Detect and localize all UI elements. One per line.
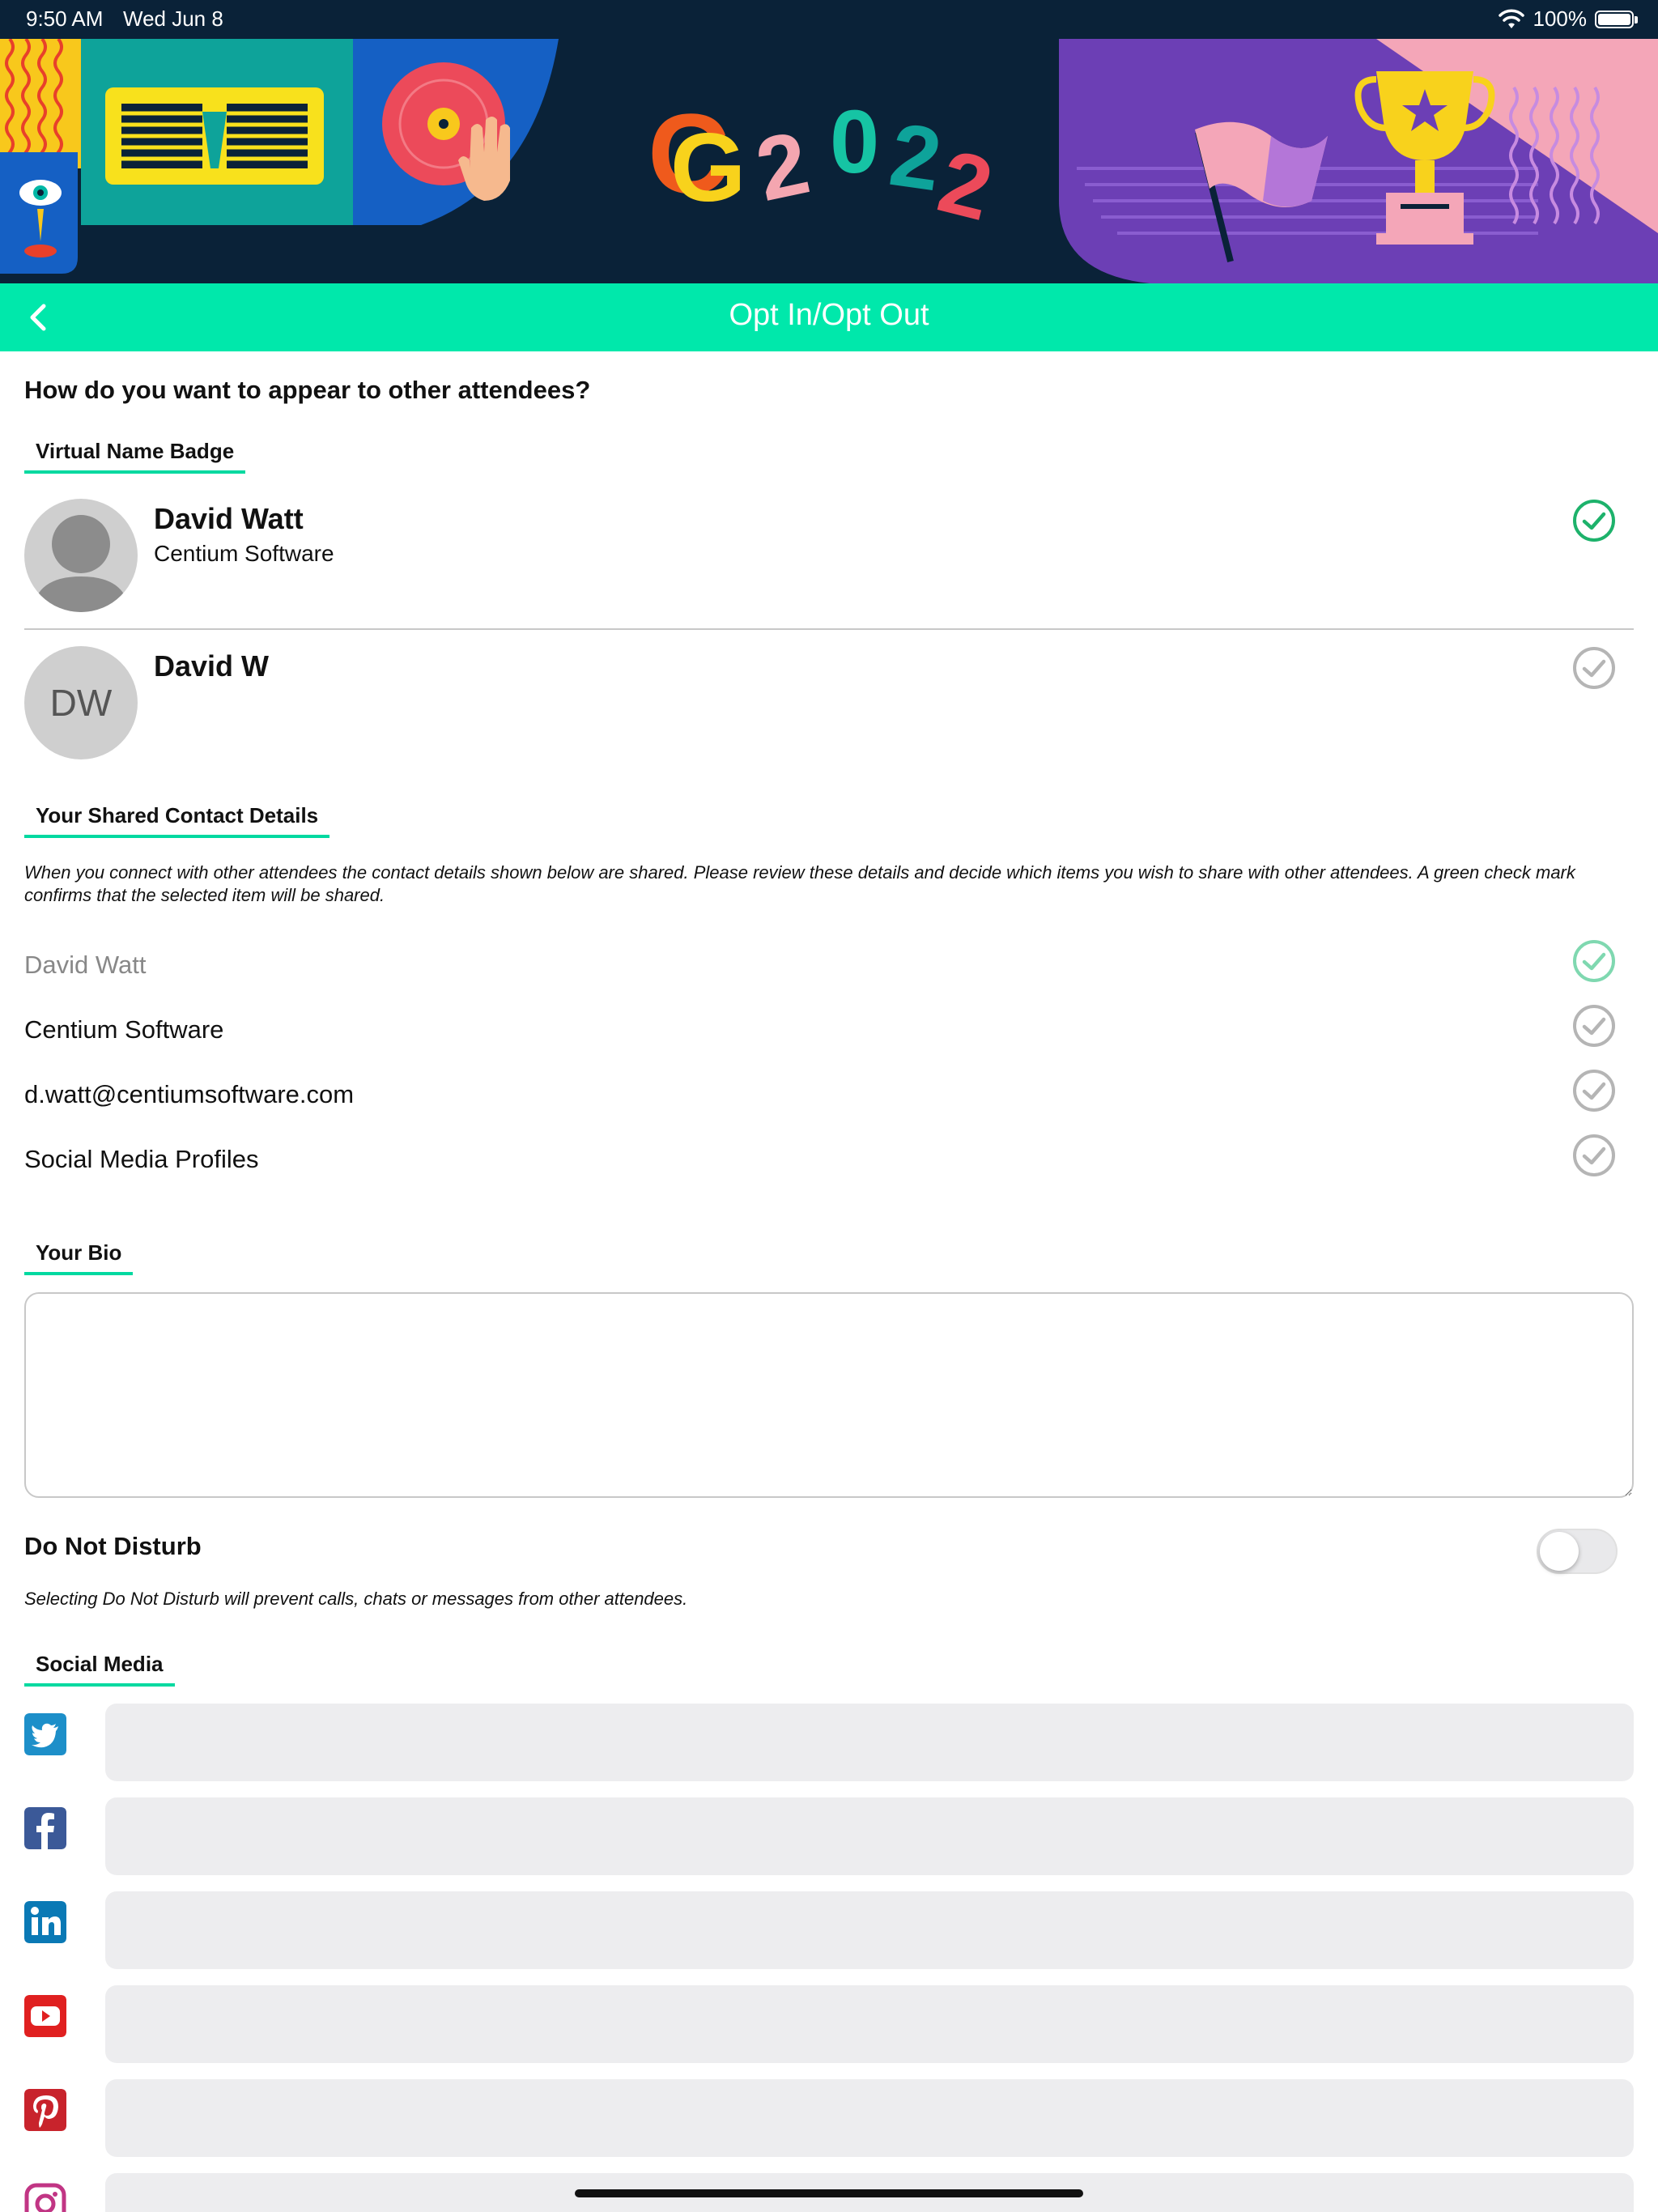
contact-item-company: Centium Software [24, 1015, 224, 1044]
home-indicator[interactable] [575, 2189, 1083, 2197]
event-banner: C G 2 0 2 2 [0, 39, 1658, 283]
badge-option-full-name[interactable]: David Watt Centium Software [24, 499, 1634, 612]
shared-contact-description: When you connect with other attendees th… [24, 862, 1575, 905]
badge-option-initials[interactable]: DW David W [24, 646, 1634, 759]
appearance-question: How do you want to appear to other atten… [24, 376, 591, 404]
check-circle-icon[interactable] [1572, 1004, 1616, 1048]
svg-text:0: 0 [830, 92, 879, 192]
banner-logo-letter: G [670, 113, 746, 222]
banner-art: C G 2 0 2 2 [0, 39, 1658, 283]
check-circle-icon[interactable] [1572, 1134, 1616, 1177]
contact-item-email: d.watt@centiumsoftware.com [24, 1080, 355, 1108]
battery-percent: 100% [1533, 6, 1588, 31]
status-time: 9:50 AM [26, 6, 104, 31]
check-circle-icon[interactable] [1572, 499, 1616, 542]
nav-bar: Opt In/Opt Out [0, 283, 1658, 351]
linkedin-input[interactable] [105, 1891, 1634, 1969]
bio-textarea[interactable] [24, 1292, 1634, 1498]
pinterest-icon [24, 2089, 66, 2131]
twitter-input[interactable] [105, 1704, 1634, 1781]
contact-item-social-profiles: Social Media Profiles [24, 1145, 259, 1173]
avatar [24, 499, 138, 612]
section-virtual-name-badge: Virtual Name Badge [24, 439, 246, 474]
section-shared-contact-details: Your Shared Contact Details [24, 803, 330, 838]
do-not-disturb-toggle[interactable] [1537, 1529, 1618, 1574]
avatar-initials: DW [24, 646, 138, 759]
contact-item-name: David Watt [24, 951, 147, 979]
check-circle-icon [1573, 940, 1615, 982]
check-circle-icon[interactable] [1572, 646, 1616, 690]
status-bar: 9:50 AM Wed Jun 8 100% [0, 0, 1658, 39]
do-not-disturb-description: Selecting Do Not Disturb will prevent ca… [24, 1589, 688, 1609]
do-not-disturb-label: Do Not Disturb [24, 1532, 202, 1560]
status-right: 100% [1498, 6, 1638, 32]
page-title: Opt In/Opt Out [729, 298, 929, 332]
check-circle-icon[interactable] [1572, 1069, 1616, 1112]
section-your-bio: Your Bio [24, 1240, 134, 1275]
svg-text:2: 2 [748, 113, 817, 220]
facebook-input[interactable] [105, 1797, 1634, 1875]
badge-name: David Watt [154, 502, 304, 535]
pinterest-input[interactable] [105, 2079, 1634, 2157]
youtube-input[interactable] [105, 1985, 1634, 2063]
divider [24, 628, 1634, 630]
person-silhouette-icon [32, 515, 130, 612]
badge-company: Centium Software [154, 541, 334, 566]
linkedin-icon [24, 1901, 66, 1943]
section-social-media: Social Media [24, 1652, 175, 1687]
toggle-knob [1540, 1532, 1579, 1571]
badge-name-short: David W [154, 649, 270, 683]
facebook-icon [24, 1807, 66, 1849]
youtube-icon [24, 1995, 66, 2037]
instagram-icon [24, 2183, 66, 2212]
status-date: Wed Jun 8 [123, 6, 223, 31]
twitter-icon [24, 1713, 66, 1755]
wifi-icon [1498, 9, 1524, 28]
battery-icon [1595, 10, 1638, 28]
